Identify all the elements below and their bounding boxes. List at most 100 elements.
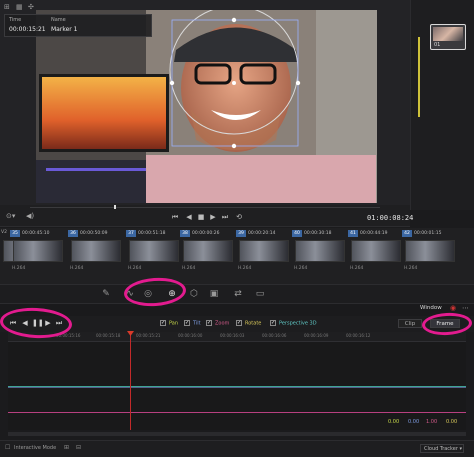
key-icon[interactable]: ⇄ <box>232 288 244 300</box>
clip[interactable]: 36 00:00:50:09 H.264 <box>68 230 124 280</box>
clip[interactable]: 38 00:00:00:26 H.264 <box>180 230 236 280</box>
last-frame-icon[interactable]: ⏭ <box>220 212 230 222</box>
info-time-value: 00:00:15:21 <box>9 26 46 33</box>
qualifier-icon[interactable]: ✎ <box>100 288 112 300</box>
clip-timecode: 00:00:30:18 <box>304 231 332 236</box>
play-icon[interactable]: ▶ <box>208 212 218 222</box>
video-frame[interactable] <box>36 10 377 203</box>
clip-timecode: 00:00:00:26 <box>192 231 220 236</box>
clip[interactable]: 40 00:00:30:18 H.264 <box>292 230 348 280</box>
clip-image <box>295 240 345 262</box>
clip-timecode: 00:00:44:19 <box>360 231 388 236</box>
wipe-icon[interactable]: ✣ <box>28 3 34 11</box>
clip-image <box>71 240 121 262</box>
checkbox-pan-label: Pan <box>169 320 179 327</box>
sizing-icon[interactable]: ▭ <box>254 288 266 300</box>
ruler-tick: 00:00:16:12 <box>346 333 371 338</box>
check-icon: ✓ <box>270 320 276 326</box>
stop-icon[interactable]: ■ <box>196 212 206 222</box>
graph-scrollbar[interactable] <box>8 432 466 436</box>
checkbox-rotate[interactable]: ✓ Rotate <box>236 320 261 327</box>
node-connection-line <box>418 37 420 117</box>
clip[interactable]: 39 00:00:20:14 H.264 <box>236 230 292 280</box>
clip-timecode: 00:00:50:09 <box>80 231 108 236</box>
video-image <box>36 10 377 203</box>
ruler-tick: 00:00:15:21 <box>136 333 161 338</box>
checkbox-perspective[interactable]: ✓ Perspective 3D <box>270 320 317 327</box>
timeline-ruler[interactable]: 00:00:15:16 00:00:15:18 00:00:15:21 00:0… <box>8 332 466 342</box>
step-back-icon[interactable]: ◀ <box>184 212 194 222</box>
clip-image <box>351 240 401 262</box>
clip-image <box>405 240 455 262</box>
clip[interactable]: 41 00:00:44:19 H.264 <box>348 230 404 280</box>
volume-icon[interactable]: ◀) <box>26 212 34 220</box>
track-label: V2 <box>1 230 7 235</box>
clip-codec: H.264 <box>294 266 308 271</box>
magic-mask-icon[interactable]: ⬡ <box>188 288 200 300</box>
clip[interactable]: 42 00:00:01:15 H.264 <box>402 230 458 280</box>
clip-number: 42 <box>402 230 412 237</box>
ruler-tick: 00:00:16:00 <box>178 333 203 338</box>
add-point-icon[interactable]: ⊞ <box>64 444 69 451</box>
clip-codec: H.264 <box>404 266 418 271</box>
clip[interactable]: 35 00:00:45:10 H.264 <box>10 230 66 280</box>
checkbox-pan[interactable]: ✓ Pan <box>160 320 178 327</box>
value-rotate: 0.00 <box>446 419 458 425</box>
blur-icon[interactable]: ▣ <box>208 288 220 300</box>
bottom-bar <box>0 440 474 457</box>
node-label: 01 <box>434 42 441 48</box>
tracker-type-dropdown[interactable]: Cloud Tracker ▾ <box>420 444 464 453</box>
value-zoom: 1.00 <box>426 419 438 425</box>
value-tilt: 0.00 <box>408 419 420 425</box>
ruler-tick: 00:00:15:18 <box>96 333 121 338</box>
playhead[interactable] <box>130 332 131 430</box>
timecode-display: 01:00:08:24 <box>367 214 414 222</box>
scrubber-track[interactable] <box>30 207 380 208</box>
overlay-icon[interactable]: ▦ <box>16 3 23 11</box>
check-icon: ✓ <box>184 320 190 326</box>
value-pan: 0.00 <box>388 419 400 425</box>
reset-icon[interactable]: ◉ <box>450 304 456 312</box>
checkbox-tilt[interactable]: ✓ Tilt <box>184 320 201 327</box>
clip-number: 39 <box>236 230 246 237</box>
clip-mode-button[interactable]: Clip <box>398 319 422 328</box>
interactive-mode-checkbox[interactable]: ☐ <box>5 444 10 451</box>
tracker-type-value: Cloud Tracker <box>424 446 458 452</box>
first-frame-icon[interactable]: ⏮ <box>170 212 180 222</box>
graph-line-zoom <box>8 412 466 413</box>
checkbox-zoom[interactable]: ✓ Zoom <box>206 320 229 327</box>
checkbox-tilt-label: Tilt <box>193 320 201 327</box>
graph-line-tilt <box>8 387 466 388</box>
clip-strip: V2 35 00:00:45:10 H.264 36 00:00:50:09 H… <box>0 228 474 284</box>
ruler-tick: 00:00:16:06 <box>262 333 287 338</box>
node-thumbnail <box>433 27 463 41</box>
clip-number: 41 <box>348 230 358 237</box>
color-node[interactable]: 01 <box>430 24 466 50</box>
scrubber-handle[interactable] <box>114 205 116 209</box>
delete-point-icon[interactable]: ⊟ <box>76 444 81 451</box>
loop-playback-icon[interactable]: ⟲ <box>234 212 244 222</box>
clip-image <box>13 240 63 262</box>
clip-number: 35 <box>10 230 20 237</box>
checkbox-perspective-label: Perspective 3D <box>279 320 317 327</box>
clip-timecode: 00:00:20:14 <box>248 231 276 236</box>
ruler-tick: 00:00:16:03 <box>220 333 245 338</box>
clip-image <box>239 240 289 262</box>
clip-codec: H.264 <box>238 266 252 271</box>
clip-number: 40 <box>292 230 302 237</box>
options-icon[interactable]: ⋯ <box>462 304 469 312</box>
zoom-icon[interactable]: ⊞ <box>4 3 10 11</box>
clip-number: 38 <box>180 230 190 237</box>
clip-timecode: 00:00:01:15 <box>414 231 442 236</box>
clip-codec: H.264 <box>182 266 196 271</box>
tracking-graph[interactable] <box>8 342 466 430</box>
clip-codec: H.264 <box>12 266 26 271</box>
loop-icon[interactable]: ⊙▾ <box>6 212 15 220</box>
checkbox-rotate-label: Rotate <box>245 320 262 327</box>
window-label: Window <box>420 305 442 311</box>
clip-codec: H.264 <box>128 266 142 271</box>
marker-info-overlay: Time 00:00:15:21 Name Marker 1 <box>4 14 152 37</box>
ruler-tick: 00:00:16:09 <box>304 333 329 338</box>
clip-image <box>183 240 233 262</box>
clip[interactable]: 37 00:00:51:18 H.264 <box>126 230 182 280</box>
